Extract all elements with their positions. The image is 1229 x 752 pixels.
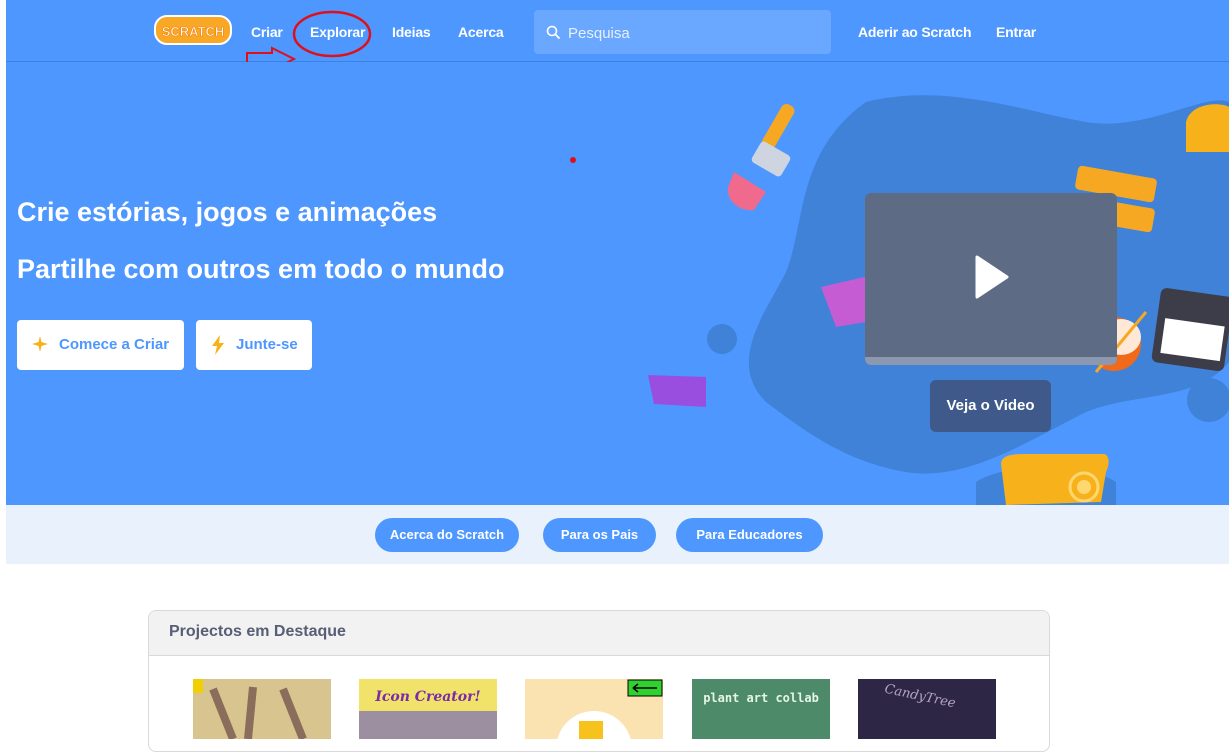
info-links-bar: Acerca do Scratch Para os Pais Para Educ… (6, 505, 1229, 564)
watch-video-button[interactable]: Veja o Video (930, 380, 1051, 432)
paintbrush-icon (727, 104, 795, 211)
project-thumbnail[interactable]: CandyTree (858, 679, 996, 739)
play-icon (975, 255, 1009, 299)
hand-click-icon (1001, 454, 1109, 505)
start-creating-button[interactable]: Comece a Criar (17, 320, 184, 370)
join-button[interactable]: Junte-se (196, 320, 312, 370)
project-thumbnail[interactable]: Icon Creator! (359, 679, 497, 739)
annotation-circle (292, 10, 372, 58)
for-educators-button[interactable]: Para Educadores (676, 518, 823, 552)
join-label: Junte-se (236, 336, 298, 353)
project-thumb-image (525, 679, 663, 739)
hero-title-line1: Crie estórias, jogos e animações (17, 197, 438, 227)
project-thumb-text: plant art collab (703, 691, 819, 705)
hero-banner: Crie estórias, jogos e animações Partilh… (6, 62, 1229, 505)
intro-video-thumbnail[interactable] (865, 193, 1117, 365)
keyboard-icon (1151, 288, 1229, 372)
purple-block-icon (648, 375, 706, 407)
about-scratch-button[interactable]: Acerca do Scratch (375, 518, 519, 552)
project-thumb-text: CandyTree (883, 681, 957, 712)
lightning-icon (212, 335, 224, 355)
project-thumbnail[interactable] (525, 679, 663, 739)
for-parents-button[interactable]: Para os Pais (543, 518, 656, 552)
project-thumbnail[interactable]: plant art collab (692, 679, 830, 739)
sparkle-icon (32, 336, 48, 352)
annotation-dot (570, 157, 576, 163)
project-thumb-text: Icon Creator! (375, 689, 481, 705)
project-thumb-image (193, 679, 331, 739)
featured-projects-panel: Projectos em Destaque Icon Creator! plan… (148, 610, 1050, 752)
project-thumbnail[interactable] (193, 679, 331, 739)
hero-title-line2: Partilhe com outros em todo o mundo (17, 254, 505, 284)
featured-header: Projectos em Destaque (149, 611, 1049, 656)
featured-title: Projectos em Destaque (169, 623, 346, 640)
start-creating-label: Comece a Criar (59, 336, 170, 353)
